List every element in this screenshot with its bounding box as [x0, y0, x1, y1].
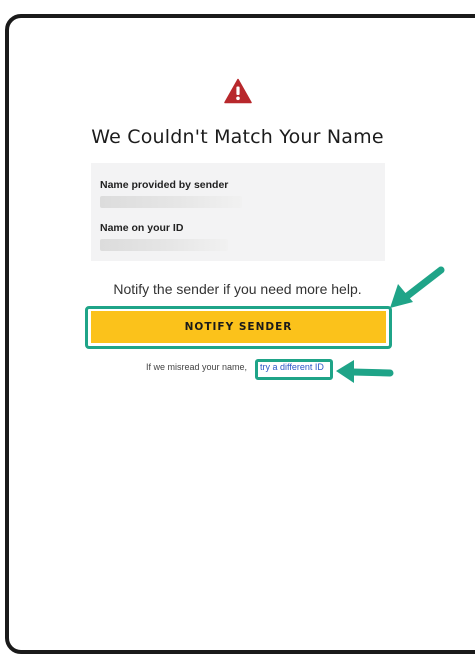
misread-text: If we misread your name, [146, 362, 248, 372]
warning-triangle-icon [224, 78, 252, 104]
sender-name-value-redacted [100, 196, 242, 208]
page-title: We Couldn't Match Your Name [91, 126, 384, 148]
id-name-label: Name on your ID [100, 222, 184, 234]
arrow-pointer-icon [390, 266, 445, 308]
notify-sender-button[interactable]: NOTIFY SENDER [91, 311, 386, 343]
name-info-panel: Name provided by sender Name on your ID [91, 163, 385, 261]
id-name-value-redacted [100, 239, 228, 251]
try-different-id-link[interactable]: try a different ID [260, 362, 324, 372]
verification-screen: We Couldn't Match Your Name Name provide… [0, 0, 475, 628]
sender-name-label: Name provided by sender [100, 179, 229, 191]
arrow-pointer-icon [336, 360, 394, 383]
